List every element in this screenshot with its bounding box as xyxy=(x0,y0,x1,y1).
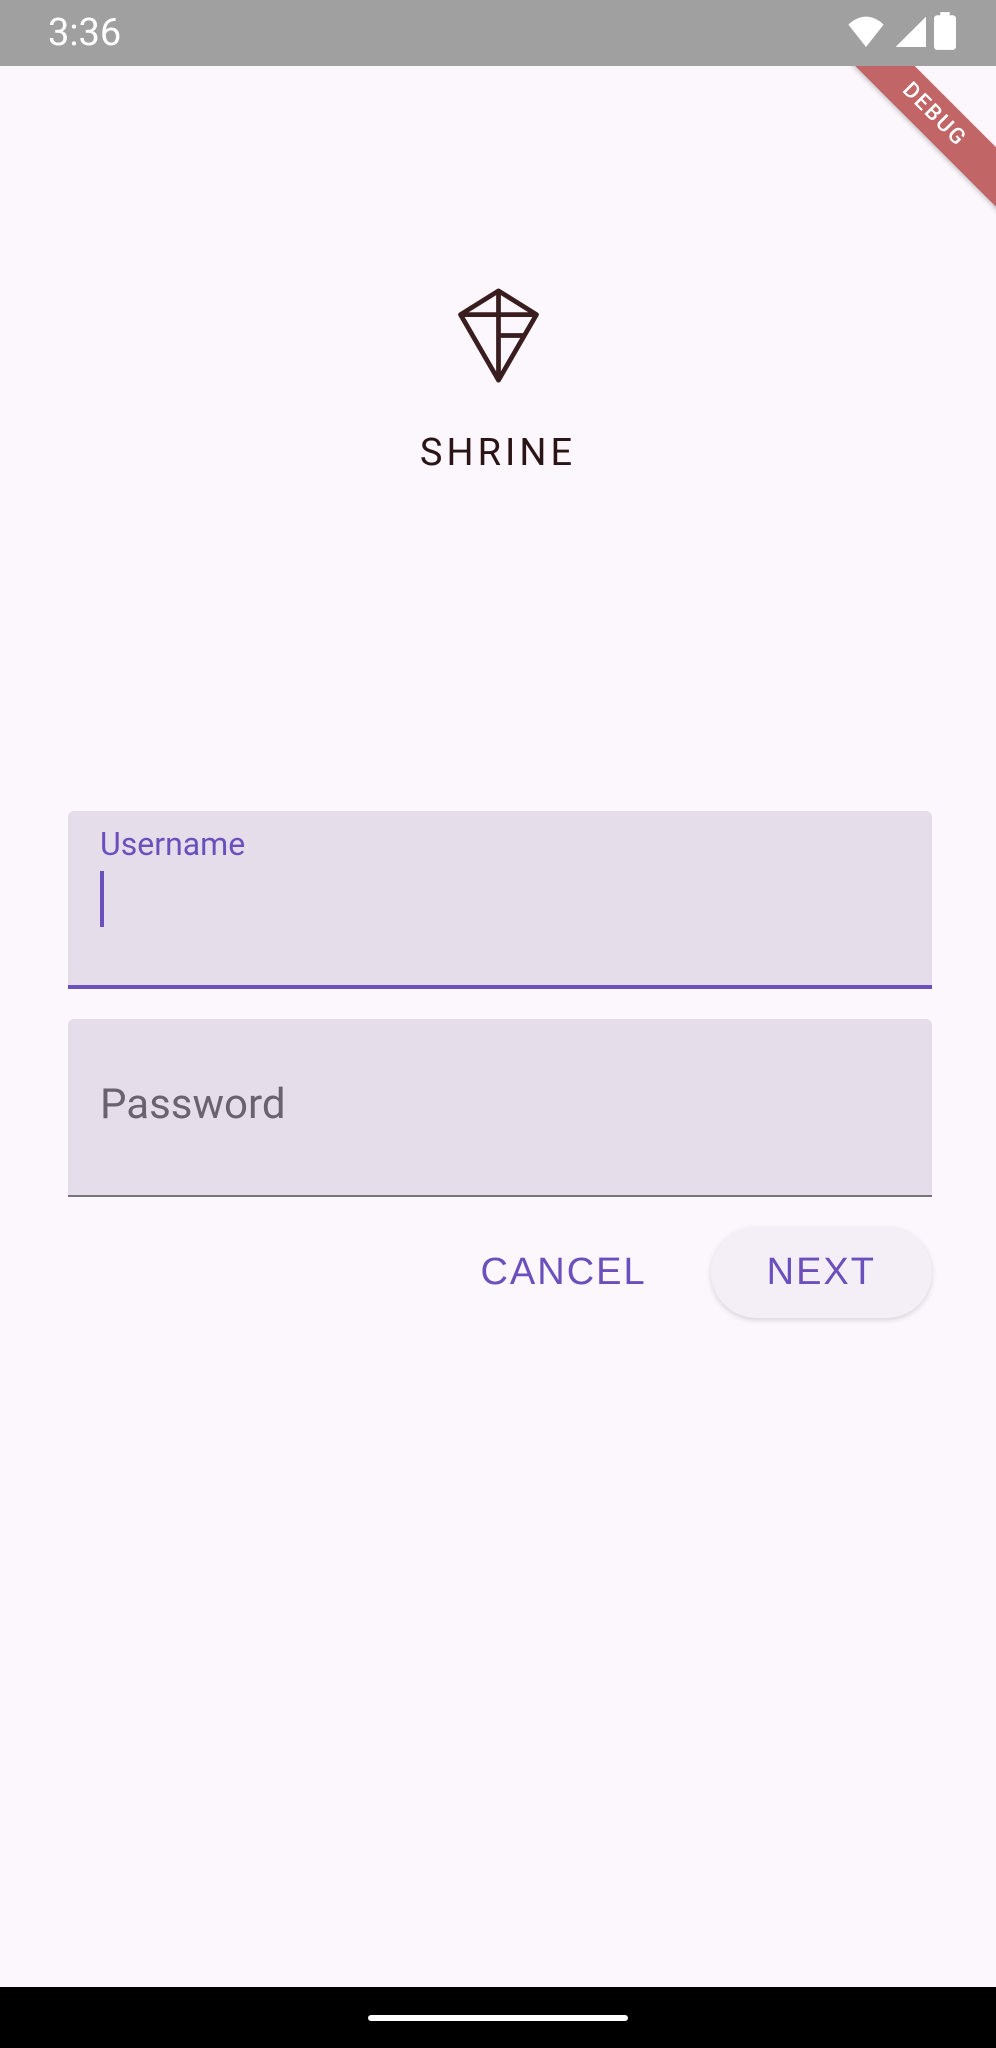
status-icons xyxy=(846,12,956,54)
diamond-icon xyxy=(451,288,546,383)
cancel-button[interactable]: CANCEL xyxy=(432,1227,694,1318)
nav-handle[interactable] xyxy=(368,2015,628,2021)
username-field[interactable]: Username xyxy=(68,811,932,989)
button-row: CANCEL NEXT xyxy=(68,1227,932,1318)
text-cursor xyxy=(100,871,104,927)
login-form: Username Password CANCEL NEXT xyxy=(0,475,996,1318)
wifi-icon xyxy=(846,15,886,51)
password-placeholder: Password xyxy=(100,1080,286,1129)
username-label: Username xyxy=(100,825,900,863)
app-body: DEBUG SHRINE Username Password xyxy=(0,66,996,1987)
status-bar: 3:36 xyxy=(0,0,996,66)
navigation-bar xyxy=(0,1987,996,2048)
logo-section: SHRINE xyxy=(0,66,996,475)
status-time: 3:36 xyxy=(48,11,121,55)
cellular-signal-icon xyxy=(894,15,926,51)
app-name: SHRINE xyxy=(420,431,576,475)
battery-icon xyxy=(934,12,956,54)
next-button[interactable]: NEXT xyxy=(711,1227,932,1318)
password-field[interactable]: Password xyxy=(68,1019,932,1197)
